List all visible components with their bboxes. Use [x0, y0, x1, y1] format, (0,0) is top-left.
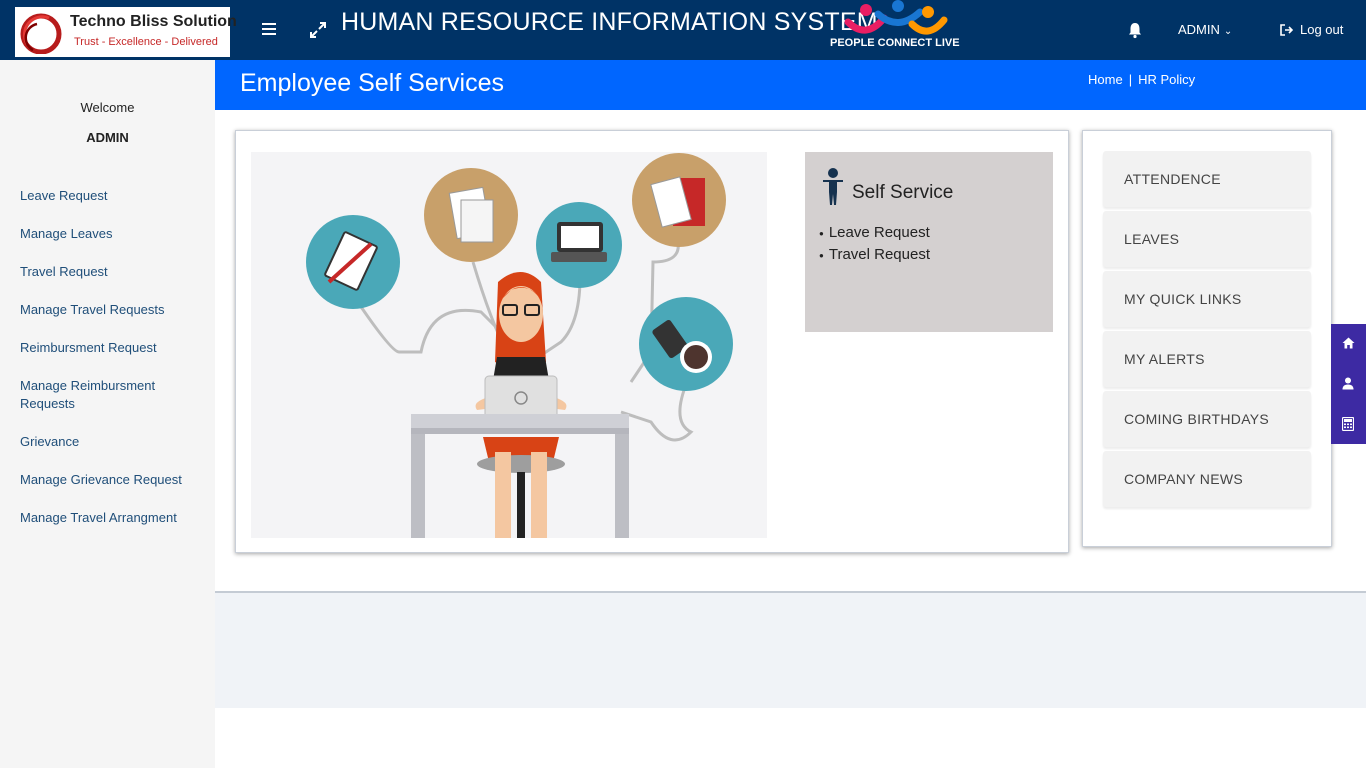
bell-icon[interactable]: [1126, 21, 1144, 39]
sidebar: Welcome ADMIN Leave Request Manage Leave…: [0, 60, 215, 768]
home-icon: [1342, 337, 1355, 349]
quick-tiles-card: ATTENDENCE LEAVES MY QUICK LINKS MY ALER…: [1082, 130, 1332, 547]
logout-icon: [1280, 24, 1294, 36]
self-service-illustration: [251, 152, 767, 538]
self-service-panel: Self Service Leave Request Travel Reques…: [805, 152, 1053, 332]
sidebar-item-manage-grievance-request[interactable]: Manage Grievance Request: [20, 471, 205, 489]
woman-at-desk-illustration: [306, 153, 733, 538]
chevron-down-icon: ⌄: [1223, 26, 1233, 37]
self-service-links: Leave Request Travel Request: [819, 222, 930, 266]
top-navbar: Techno Bliss Solution Trust - Excellence…: [0, 0, 1366, 60]
tile-attendence[interactable]: ATTENDENCE: [1103, 151, 1311, 207]
tile-leaves[interactable]: LEAVES: [1103, 211, 1311, 267]
sidebar-item-travel-request[interactable]: Travel Request: [20, 263, 205, 281]
company-tagline: Trust - Excellence - Delivered: [74, 36, 218, 48]
calculator-icon: [1342, 417, 1354, 431]
self-service-link-travel-request[interactable]: Travel Request: [819, 244, 930, 266]
float-calculator-button[interactable]: [1331, 404, 1366, 444]
tile-my-alerts[interactable]: MY ALERTS: [1103, 331, 1311, 387]
welcome-user-name: ADMIN: [86, 130, 129, 145]
tile-my-quick-links[interactable]: MY QUICK LINKS: [1103, 271, 1311, 327]
sidebar-item-grievance[interactable]: Grievance: [20, 433, 205, 451]
user-icon: [1342, 377, 1354, 390]
welcome-label: Welcome: [80, 100, 135, 115]
breadcrumb-home-link[interactable]: Home: [1088, 72, 1123, 87]
tile-company-news[interactable]: COMPANY NEWS: [1103, 451, 1311, 507]
self-service-link-leave-request[interactable]: Leave Request: [819, 222, 930, 244]
sidebar-item-manage-travel-requests[interactable]: Manage Travel Requests: [20, 301, 205, 319]
menu-toggle-button[interactable]: [259, 20, 279, 40]
breadcrumb-separator: |: [1128, 72, 1133, 87]
company-name: Techno Bliss Solution: [70, 13, 237, 30]
breadcrumb-hr-policy-link[interactable]: HR Policy: [1138, 72, 1195, 87]
user-menu-label: ADMIN: [1178, 22, 1220, 37]
floating-quick-bar: [1331, 324, 1366, 444]
page-title: Employee Self Services: [240, 69, 505, 97]
sidebar-item-reimbursment-request[interactable]: Reimbursment Request: [20, 339, 205, 357]
logout-label: Log out: [1300, 22, 1344, 37]
company-logo[interactable]: Techno Bliss Solution Trust - Excellence…: [15, 7, 237, 57]
self-service-title: Self Service: [852, 182, 954, 203]
expand-icon[interactable]: [307, 19, 329, 41]
self-service-card: Self Service Leave Request Travel Reques…: [235, 130, 1069, 553]
float-home-button[interactable]: [1331, 324, 1366, 364]
footer-band: [215, 593, 1366, 708]
sidebar-item-manage-leaves[interactable]: Manage Leaves: [20, 225, 205, 243]
logout-button[interactable]: Log out: [1280, 22, 1343, 37]
sidebar-nav: Leave Request Manage Leaves Travel Reque…: [20, 187, 205, 547]
page-header: Employee Self Services Home | HR Policy: [215, 60, 1366, 110]
user-menu-dropdown[interactable]: ADMIN ⌄: [1178, 22, 1232, 37]
tile-coming-birthdays[interactable]: COMING BIRTHDAYS: [1103, 391, 1311, 447]
company-logo-icon: [20, 13, 62, 54]
sidebar-item-leave-request[interactable]: Leave Request: [20, 187, 205, 205]
float-user-button[interactable]: [1331, 364, 1366, 404]
sidebar-item-manage-travel-arrangment[interactable]: Manage Travel Arrangment: [20, 509, 205, 527]
person-icon: [823, 168, 843, 205]
app-title: HUMAN RESOURCE INFORMATION SYSTEM: [341, 8, 878, 36]
sidebar-item-manage-reimbursment-requests[interactable]: Manage Reimbursment Requests: [20, 377, 205, 413]
breadcrumb: Home | HR Policy: [1088, 72, 1195, 87]
menu-icon: [262, 23, 276, 25]
product-name: PEOPLE CONNECT LIVE: [830, 37, 960, 49]
